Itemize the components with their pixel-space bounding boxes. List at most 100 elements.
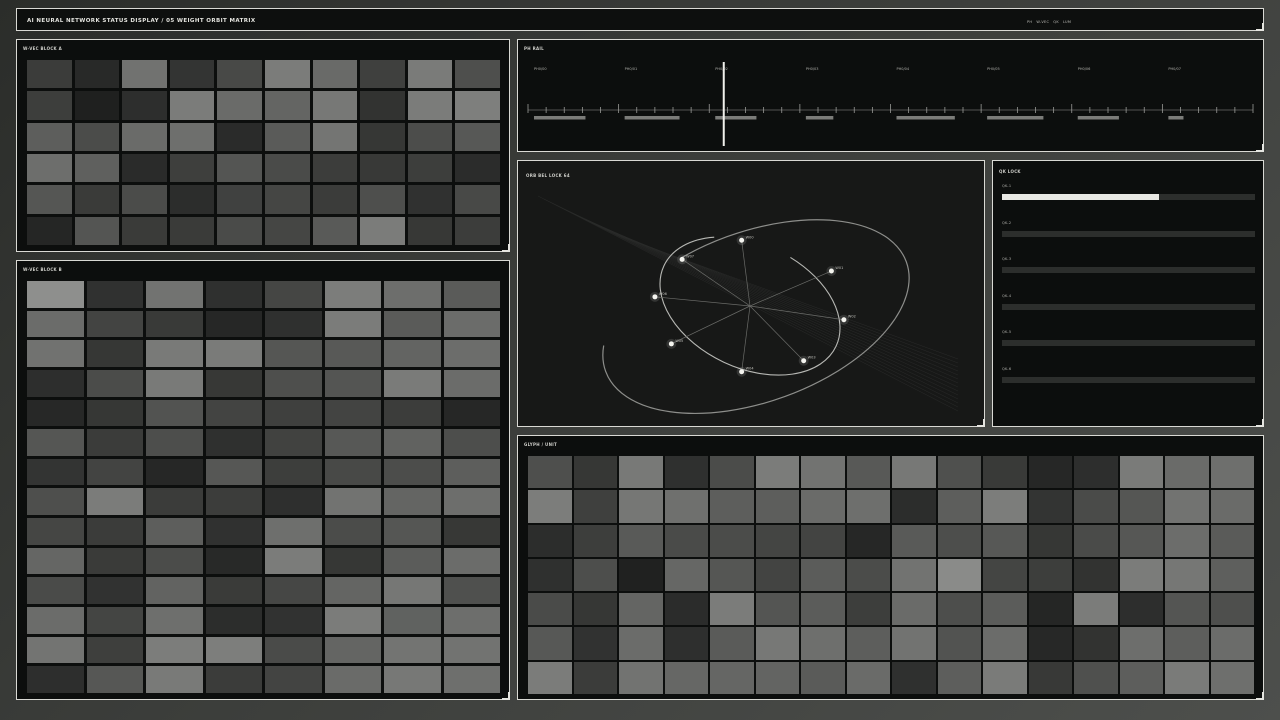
grid-cell [86,458,143,486]
grid-cell [74,216,120,245]
grid-cell [573,558,617,592]
grid-cell [892,593,936,626]
grid-cell [122,91,167,120]
grid-cell [27,429,84,456]
grid-cell [205,369,262,397]
orbit-panel: ORB BEL LOCK 64 W00 W01 W02 W03 W04 W05 W06 W07 [517,160,985,427]
grid-cell [710,456,754,489]
phase-level-bar [896,116,955,120]
tag-qk[interactable]: QK [1053,20,1059,24]
node-label: W01 [835,266,843,270]
grid-cell [86,429,143,456]
panel-title: QK LOCK [999,169,1021,174]
grid-cell [384,577,441,605]
grid-cell [443,547,500,575]
grid-cell [324,547,381,575]
grid-cell [324,281,381,308]
grid-cell [1165,627,1209,660]
grid-cell [264,91,310,120]
grid-cell [86,607,143,634]
grid-cell [86,577,143,605]
grid-cell [937,524,981,557]
grid-cell [217,185,262,214]
grid-cell [264,122,310,151]
grid-cell [146,666,203,693]
grid-cell [664,456,708,489]
tag-wvec[interactable]: W-VEC [1036,20,1049,24]
grid-cell [265,310,322,338]
grid-cell [710,490,754,523]
grid-cell [1119,490,1163,523]
qk-lock-panel: QK LOCK QK-1 QK-2 QK-3 QK-4 QK-5 QK-6 [992,160,1264,427]
phase-label: PH0/04 [897,67,910,71]
grid-cell [1028,661,1072,694]
grid-cell [312,216,358,245]
grid-cell [1210,593,1254,626]
grid-cell [443,458,500,486]
grid-cell [573,524,617,557]
grid-cell [443,310,500,338]
grid-cell [27,488,84,516]
grid-cell [27,369,84,397]
grid-cell [1165,524,1209,557]
grid-cell [217,60,262,89]
grid-cell [360,91,405,120]
grid-cell [265,458,322,486]
grid-cell [27,666,84,693]
grid-cell [892,456,936,489]
grid-cell [74,154,120,183]
grid-cell [573,490,617,523]
grid-cell [801,490,845,523]
grid-cell [324,666,381,693]
tag-ph[interactable]: PH [1027,20,1032,24]
grid-cell [312,91,358,120]
node-label: W04 [746,367,755,371]
panel-title: GLYPH / UNIT [524,442,558,447]
qk-fill [1002,194,1159,200]
phase-label: PH0/03 [806,67,819,71]
grid-cell [755,627,799,660]
grid-cell [384,310,441,338]
grid-cell [27,216,72,245]
grid-cell [443,488,500,516]
grid-cell [1210,627,1254,660]
grid-cell [264,185,310,214]
grid-cell [86,636,143,664]
grid-cell [1119,558,1163,592]
grid-cell [27,281,84,308]
grid-cell [710,524,754,557]
grid-cell [169,216,215,245]
grid-cell [443,636,500,664]
grid-cell [146,488,203,516]
grid-cell [146,607,203,634]
grid-cell [528,558,572,592]
grid-cell [846,456,890,489]
node-label: W00 [746,235,754,239]
grid-cell [1074,558,1118,592]
grid-cell [1074,627,1118,660]
grid-cell [407,216,453,245]
grid-cell [86,488,143,516]
grid-cell [122,122,167,151]
grid-cell [755,593,799,626]
grid-cell [755,490,799,523]
grid-cell [528,524,572,557]
grid-cell [1210,490,1254,523]
grid-cell [324,636,381,664]
ph-rail-panel: PH RAIL PH0/00 PH0/01 PH0/02 PH0/03 PH0/04 PH… [517,39,1264,152]
grid-cell [169,91,215,120]
grid-cell [664,524,708,557]
wvec-a-grid [27,60,500,245]
grid-cell [407,60,453,89]
grid-cell [205,310,262,338]
grid-cell [265,547,322,575]
grid-cell [205,399,262,427]
tag-lum[interactable]: LUM [1063,20,1071,24]
grid-cell [122,185,167,214]
grid-cell [1165,490,1209,523]
grid-cell [169,122,215,151]
grid-cell [443,429,500,456]
grid-cell [1210,661,1254,694]
grid-cell [846,661,890,694]
grid-cell [801,661,845,694]
